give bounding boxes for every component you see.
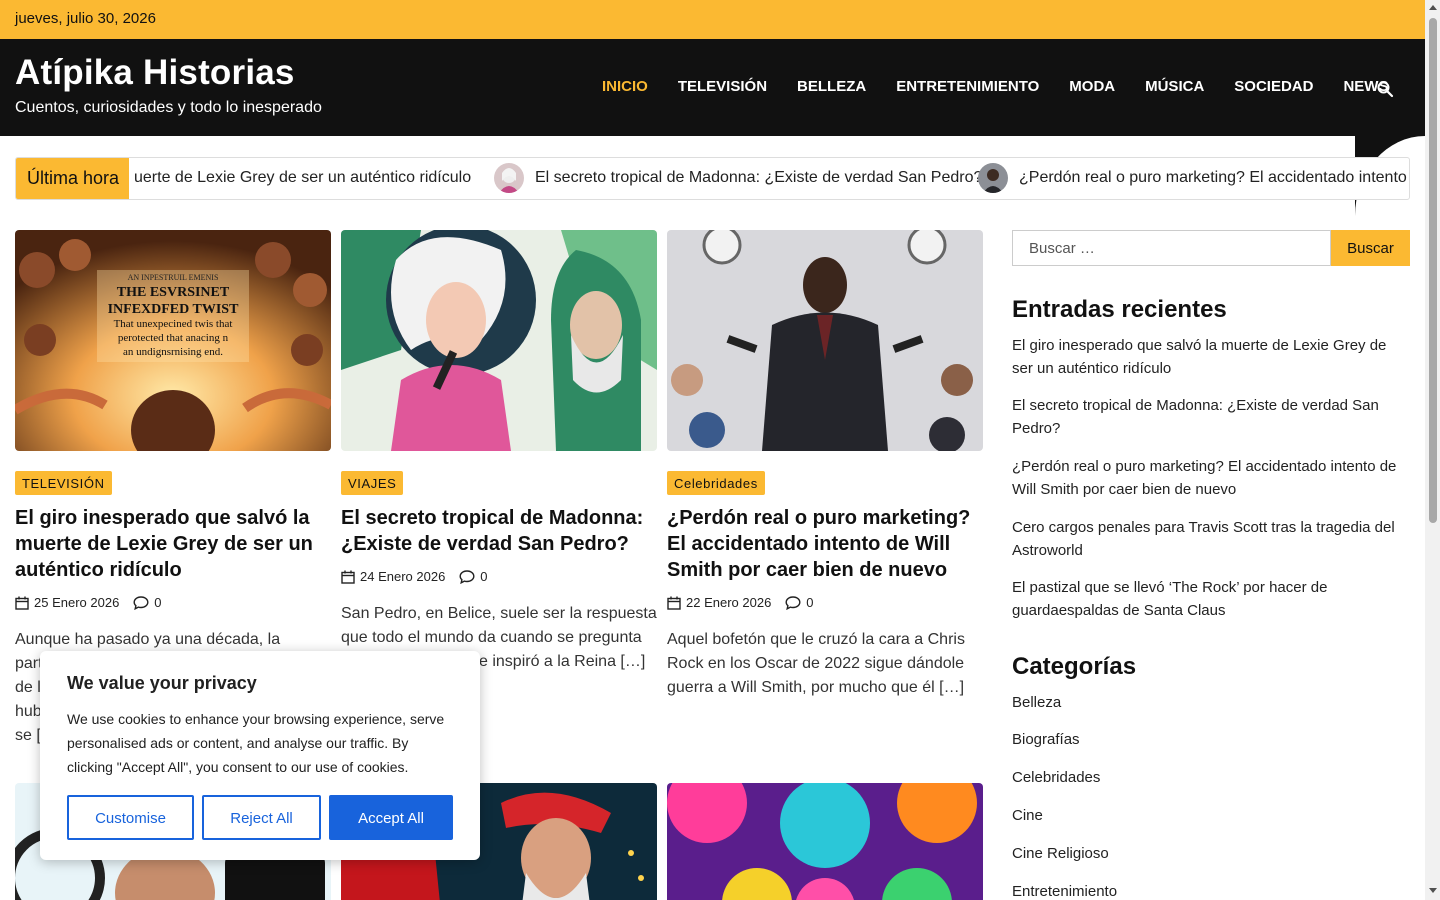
recent-post-link[interactable]: El pastizal que se llevó ‘The Rock’ por … xyxy=(1012,576,1410,622)
image-caption-line: INFEXDFED TWIST xyxy=(108,302,239,317)
recent-post-link[interactable]: ¿Perdón real o puro marketing? El accide… xyxy=(1012,455,1410,501)
sidebar-search-input[interactable]: Buscar … xyxy=(1012,230,1331,266)
ticker-label: Última hora xyxy=(16,158,129,199)
image-caption-line: an undignsrnising end. xyxy=(123,346,223,358)
excerpt-line: San Pedro, en Belice, suele ser la respu… xyxy=(341,605,657,622)
recent-post-link[interactable]: El secreto tropical de Madonna: ¿Existe … xyxy=(1012,394,1410,440)
category-badge[interactable]: VIAJES xyxy=(341,471,404,495)
recent-posts-title: Entradas recientes xyxy=(1012,296,1227,323)
cookie-reject-button[interactable]: Reject All xyxy=(202,795,321,840)
category-badge[interactable]: TELEVISIÓN xyxy=(15,471,112,495)
nav-television[interactable]: TELEVISIÓN xyxy=(678,78,767,95)
category-link[interactable]: Cine Religioso xyxy=(1012,845,1109,862)
comment-icon xyxy=(785,595,801,610)
cookie-accept-button[interactable]: Accept All xyxy=(329,795,453,840)
calendar-icon xyxy=(341,570,355,584)
post-comments[interactable]: 0 xyxy=(785,595,814,610)
post-meta: 24 Enero 2026 0 xyxy=(341,569,488,584)
search-icon[interactable] xyxy=(1376,80,1394,98)
breaking-news-ticker: Última hora uerte de Lexie Grey de ser u… xyxy=(15,157,1410,200)
nav-entretenimiento[interactable]: ENTRETENIMIENTO xyxy=(896,78,1039,95)
comment-count: 0 xyxy=(154,595,162,610)
site-title[interactable]: Atípika Historias xyxy=(15,53,295,93)
nav-musica[interactable]: MÚSICA xyxy=(1145,78,1204,95)
image-caption-line: THE ESVRSINET xyxy=(117,285,230,300)
calendar-icon xyxy=(667,596,681,610)
comment-icon xyxy=(133,595,149,610)
image-caption-line: That unexpecined twis that xyxy=(114,318,233,330)
post-image[interactable] xyxy=(341,230,657,451)
nav-sociedad[interactable]: SOCIEDAD xyxy=(1234,78,1313,95)
ticker-thumbnail[interactable] xyxy=(978,163,1008,193)
category-link[interactable]: Cine xyxy=(1012,807,1043,824)
cookie-title: We value your privacy xyxy=(67,673,257,693)
post-image[interactable]: AN INPESTRUIL EMENIS THE ESVRSINET INFEX… xyxy=(15,230,331,451)
post-title[interactable]: El giro inesperado que salvó la muerte d… xyxy=(15,505,331,583)
ticker-item[interactable]: uerte de Lexie Grey de ser un auténtico … xyxy=(134,169,471,187)
sidebar-search-button[interactable]: Buscar xyxy=(1331,230,1410,266)
post-title[interactable]: El secreto tropical de Madonna: ¿Existe … xyxy=(341,505,657,557)
excerpt-line: Rock en los Oscar de 2022 sigue dándole xyxy=(667,655,965,672)
comment-count: 0 xyxy=(480,569,488,584)
post-meta: 25 Enero 2026 0 xyxy=(15,595,162,610)
ticker-track: uerte de Lexie Grey de ser un auténtico … xyxy=(134,158,1409,199)
ticker-item[interactable]: El secreto tropical de Madonna: ¿Existe … xyxy=(535,169,982,187)
cookie-customise-button[interactable]: Customise xyxy=(67,795,194,840)
scroll-up-arrow-icon[interactable] xyxy=(1429,5,1437,10)
ticker-thumbnail[interactable] xyxy=(494,163,524,193)
nav-inicio[interactable]: INICIO xyxy=(602,78,648,95)
categories-title: Categorías xyxy=(1012,653,1137,680)
ticker-item[interactable]: ¿Perdón real o puro marketing? El accide… xyxy=(1019,169,1409,187)
current-date: jueves, julio 30, 2026 xyxy=(15,10,156,27)
scroll-down-arrow-icon[interactable] xyxy=(1429,888,1437,893)
post-title[interactable]: ¿Perdón real o puro marketing? El accide… xyxy=(667,505,983,583)
site-header: Atípika Historias Cuentos, curiosidades … xyxy=(0,39,1425,136)
site-description: Cuentos, curiosidades y todo lo inespera… xyxy=(15,99,322,116)
top-bar: jueves, julio 30, 2026 xyxy=(0,0,1425,39)
post-date[interactable]: 22 Enero 2026 xyxy=(686,595,771,610)
recent-post-link[interactable]: El giro inesperado que salvó la muerte d… xyxy=(1012,334,1410,380)
nav-moda[interactable]: MODA xyxy=(1069,78,1115,95)
cookie-consent-banner: We value your privacy We use cookies to … xyxy=(40,651,480,860)
comment-count: 0 xyxy=(806,595,814,610)
cookie-text: We use cookies to enhance your browsing … xyxy=(67,711,445,775)
comment-icon xyxy=(459,569,475,584)
post-date[interactable]: 24 Enero 2026 xyxy=(360,569,445,584)
category-link[interactable]: Belleza xyxy=(1012,694,1061,711)
scrollbar-thumb[interactable] xyxy=(1429,18,1437,523)
category-link[interactable]: Entretenimiento xyxy=(1012,883,1117,900)
nav-belleza[interactable]: BELLEZA xyxy=(797,78,866,95)
post-meta: 22 Enero 2026 0 xyxy=(667,595,814,610)
category-badge[interactable]: Celebridades xyxy=(667,471,765,495)
category-link[interactable]: Celebridades xyxy=(1012,769,1100,786)
calendar-icon xyxy=(15,596,29,610)
image-caption-line: AN INPESTRUIL EMENIS xyxy=(128,273,219,282)
post-date[interactable]: 25 Enero 2026 xyxy=(34,595,119,610)
excerpt-line: Aquel bofetón que le cruzó la cara a Chr… xyxy=(667,631,965,648)
image-caption-line: perotected that anacing n xyxy=(118,332,229,344)
page-scrollbar[interactable] xyxy=(1425,0,1440,900)
post-excerpt: Aquel bofetón que le cruzó la cara a Chr… xyxy=(667,628,983,700)
post-comments[interactable]: 0 xyxy=(459,569,488,584)
post-image[interactable] xyxy=(667,230,983,451)
recent-post-link[interactable]: Cero cargos penales para Travis Scott tr… xyxy=(1012,516,1410,562)
category-link[interactable]: Biografías xyxy=(1012,731,1080,748)
post-comments[interactable]: 0 xyxy=(133,595,162,610)
post-image[interactable] xyxy=(667,783,983,900)
excerpt-line: que todo el mundo da cuando se pregunta xyxy=(341,629,642,646)
main-nav: INICIO TELEVISIÓN BELLEZA ENTRETENIMIENT… xyxy=(602,78,1418,95)
excerpt-line: guerra a Will Smith, por mucho que él […… xyxy=(667,679,965,696)
